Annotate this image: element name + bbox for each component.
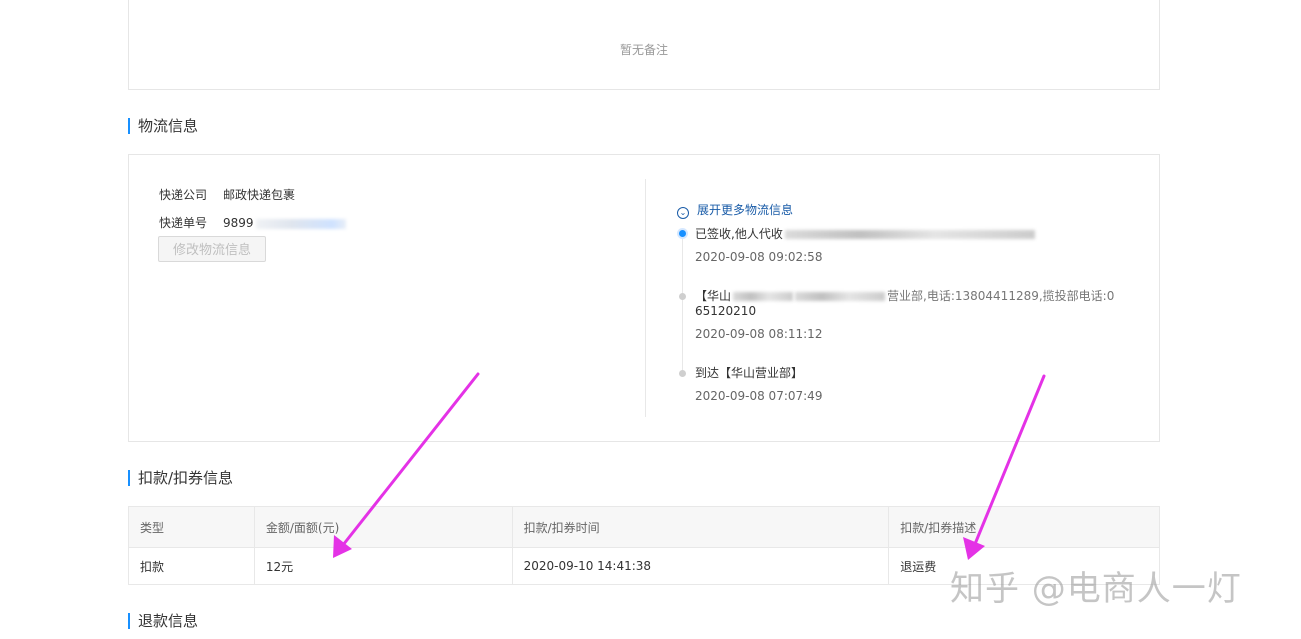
arrow-to-description: [963, 374, 1046, 560]
annotation-arrows: [333, 372, 1046, 560]
arrow-to-amount: [333, 372, 480, 558]
watermark: 知乎 @电商人一灯: [950, 569, 1242, 609]
